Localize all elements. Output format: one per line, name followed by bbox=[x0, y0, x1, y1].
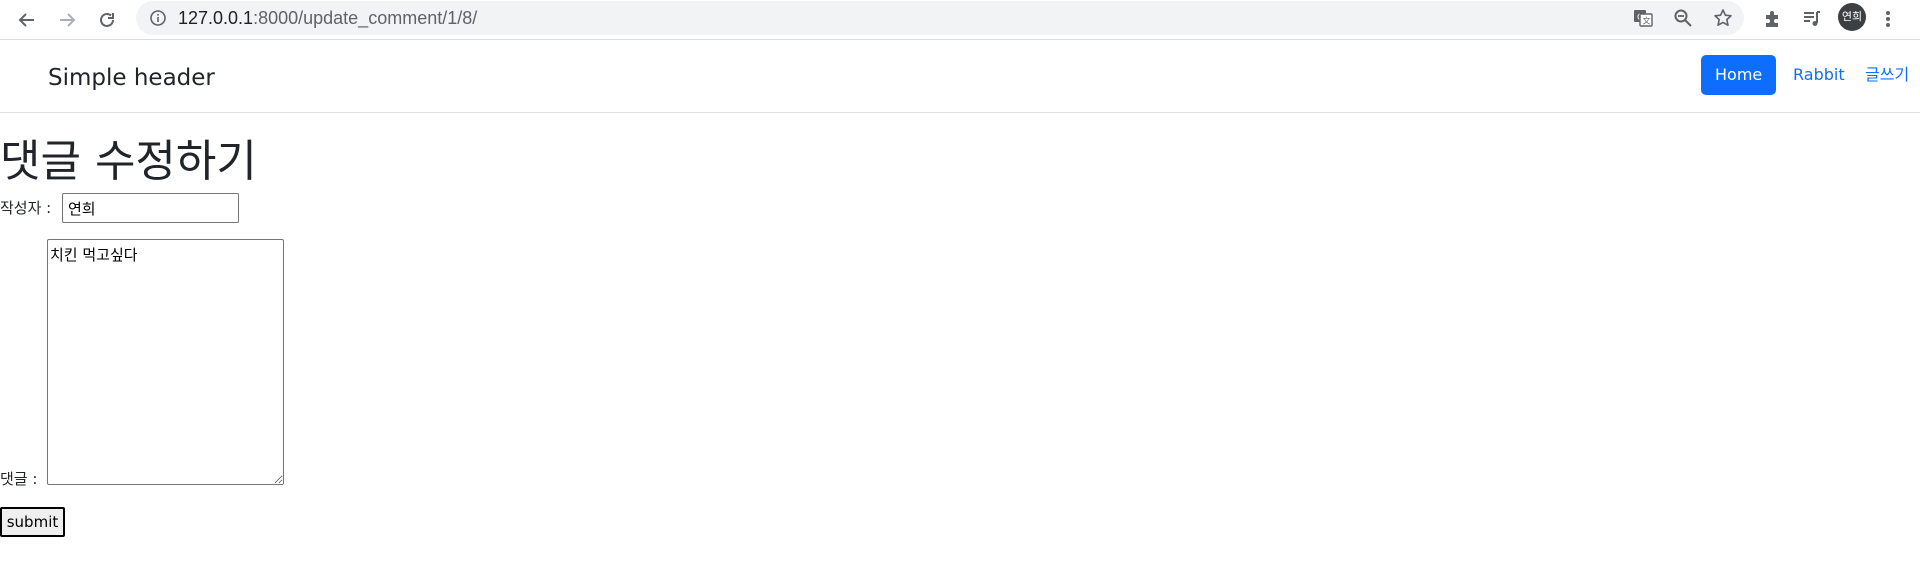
author-input[interactable] bbox=[62, 193, 239, 223]
forward-icon bbox=[60, 13, 76, 27]
comment-textarea[interactable]: 치킨 먹고싶다 bbox=[47, 239, 284, 485]
translate-icon[interactable]: G 文 bbox=[1632, 7, 1654, 29]
zoom-icon[interactable] bbox=[1672, 7, 1694, 29]
info-icon[interactable] bbox=[149, 9, 167, 27]
site-header: Simple header Home Rabbit 글쓰기 bbox=[0, 40, 1920, 113]
forward-button[interactable] bbox=[51, 4, 83, 36]
nav-write[interactable]: 글쓰기 bbox=[1851, 55, 1920, 95]
extensions-icon[interactable] bbox=[1758, 5, 1786, 33]
browser-toolbar: 127.0.0.1:8000/update_comment/1/8/ G 文 bbox=[0, 0, 1920, 40]
svg-text:文: 文 bbox=[1643, 16, 1651, 26]
page-title: 댓글 수정하기 bbox=[0, 136, 257, 187]
comment-label: 댓글 : bbox=[0, 470, 38, 488]
nav-home[interactable]: Home bbox=[1701, 55, 1777, 95]
brand-link[interactable]: Simple header bbox=[48, 61, 215, 95]
url-path: :8000/update_comment/1/8/ bbox=[253, 8, 478, 28]
author-label: 작성자 : bbox=[0, 199, 52, 217]
star-icon[interactable] bbox=[1712, 7, 1734, 29]
address-bar[interactable]: 127.0.0.1:8000/update_comment/1/8/ G 文 bbox=[136, 1, 1744, 35]
url-host: 127.0.0.1 bbox=[178, 8, 254, 28]
nav-rabbit[interactable]: Rabbit bbox=[1779, 55, 1859, 95]
submit-button[interactable]: submit bbox=[0, 507, 65, 537]
profile-avatar[interactable]: 연희 bbox=[1838, 3, 1866, 31]
back-icon bbox=[18, 13, 34, 27]
url-text: 127.0.0.1:8000/update_comment/1/8/ bbox=[178, 1, 477, 35]
reload-icon bbox=[100, 12, 114, 27]
menu-icon[interactable] bbox=[1874, 5, 1902, 33]
reload-button[interactable] bbox=[91, 4, 123, 36]
media-icon[interactable] bbox=[1798, 5, 1826, 33]
back-button[interactable] bbox=[11, 4, 43, 36]
